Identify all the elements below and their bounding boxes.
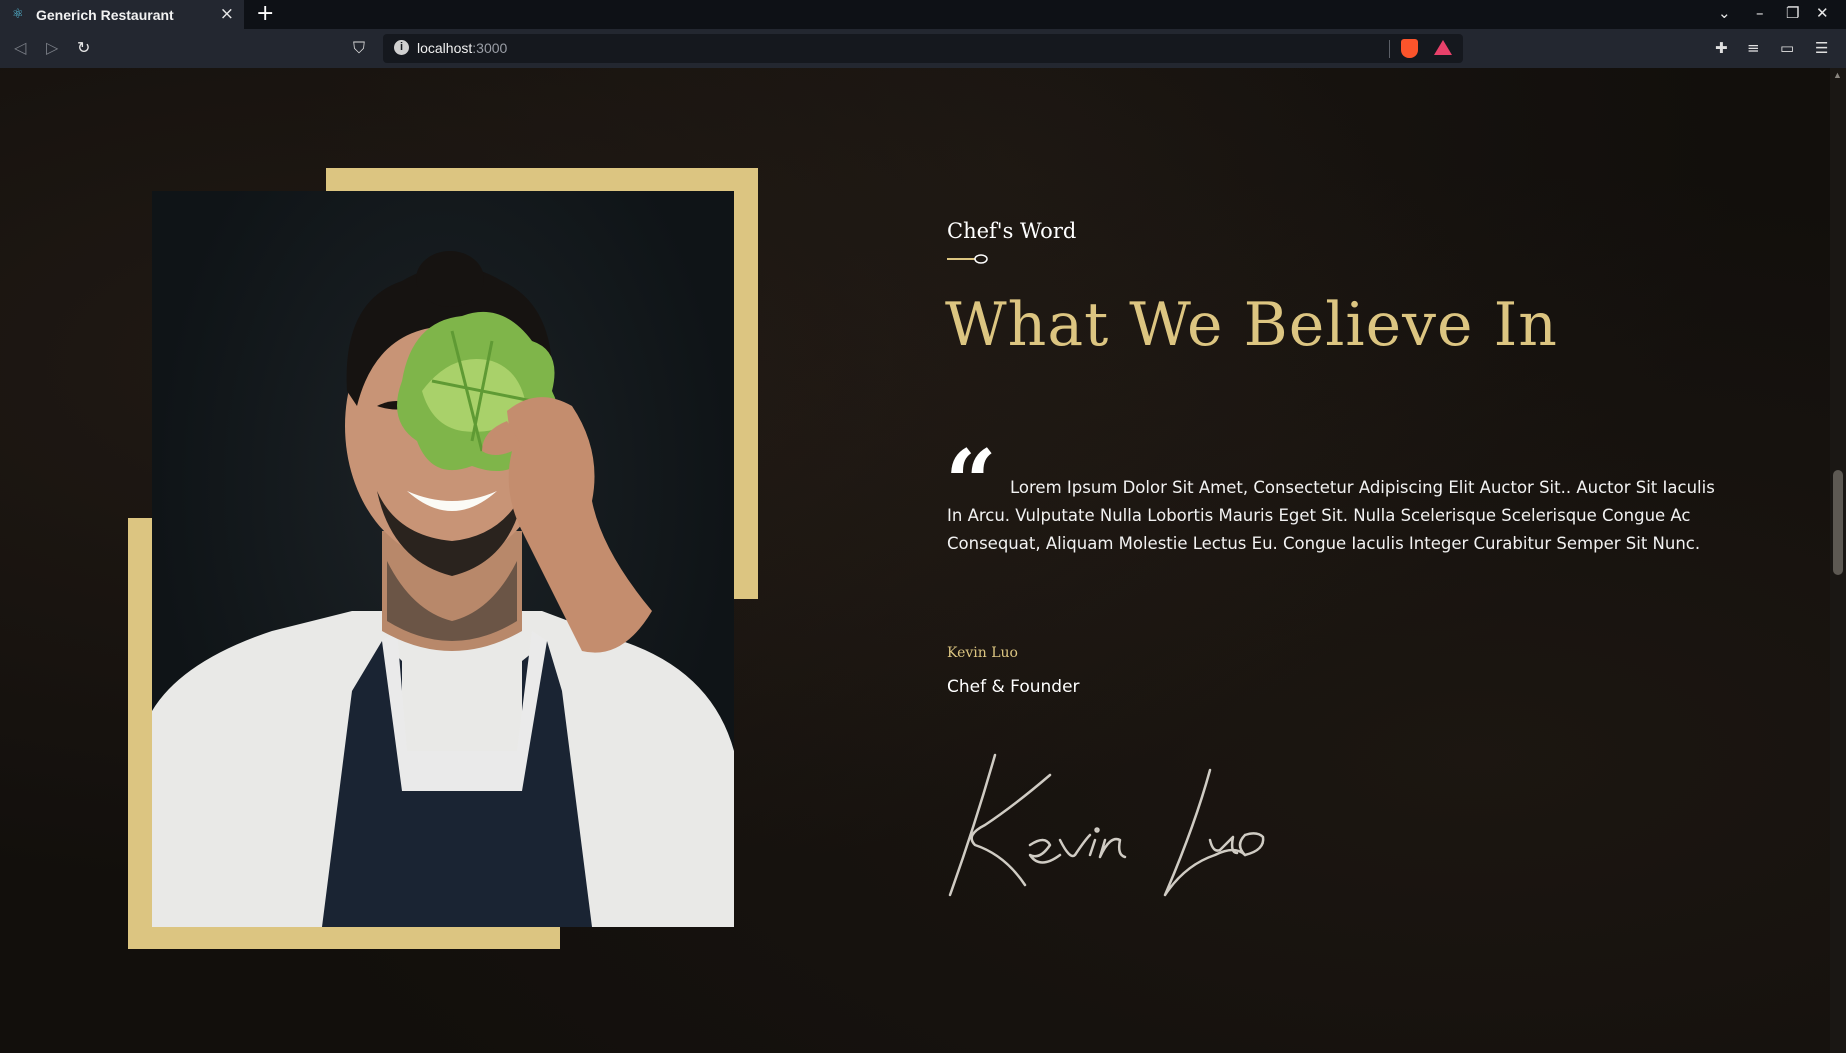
close-window-icon[interactable]: ✕ — [1816, 4, 1829, 22]
menu-icon[interactable]: ☰ — [1815, 39, 1828, 57]
minimize-icon[interactable]: – — [1756, 4, 1764, 22]
url-divider — [1389, 40, 1390, 58]
reload-icon[interactable]: ↻ — [77, 38, 90, 57]
url-text: localhost:3000 — [417, 40, 508, 56]
close-tab-icon[interactable]: × — [220, 4, 234, 24]
brave-shields-icon[interactable] — [1401, 39, 1418, 58]
react-icon: ⚛ — [12, 6, 24, 22]
browser-tab-bar: ⚛ Generich Restaurant × + ⌄ – ❐ ✕ — [0, 0, 1846, 29]
wallet-icon[interactable]: ▭ — [1780, 39, 1794, 57]
chef-signature — [945, 745, 1325, 910]
brave-rewards-icon[interactable] — [1434, 40, 1452, 55]
site-info-icon[interactable]: i — [394, 40, 409, 55]
author-name: Kevin Luo — [947, 645, 1018, 661]
playlist-icon[interactable]: ≡ — [1747, 39, 1760, 57]
scrollbar-thumb[interactable] — [1833, 470, 1843, 575]
bookmark-icon[interactable]: ⛉ — [353, 38, 365, 58]
section-eyebrow: Chef's Word — [947, 219, 1077, 243]
tab-list-icon[interactable]: ⌄ — [1718, 4, 1731, 22]
forward-icon[interactable]: ▷ — [46, 38, 58, 57]
extensions-icon[interactable]: ✚ — [1715, 39, 1728, 57]
maximize-icon[interactable]: ❐ — [1786, 4, 1799, 22]
chef-photo — [152, 191, 734, 927]
chef-quote: Lorem Ipsum Dolor Sit Amet, Consectetur … — [947, 478, 1715, 553]
back-icon[interactable]: ◁ — [14, 38, 26, 57]
section-title: What We Believe In — [945, 290, 1558, 360]
address-bar[interactable]: i localhost:3000 — [383, 34, 1463, 63]
spoon-divider-icon — [947, 252, 989, 270]
scroll-up-icon[interactable]: ▲ — [1833, 70, 1842, 80]
new-tab-icon[interactable]: + — [256, 1, 274, 26]
tab-title: Generich Restaurant — [36, 6, 174, 23]
browser-tab[interactable]: ⚛ Generich Restaurant × — [0, 0, 244, 29]
author-role: Chef & Founder — [947, 677, 1080, 697]
